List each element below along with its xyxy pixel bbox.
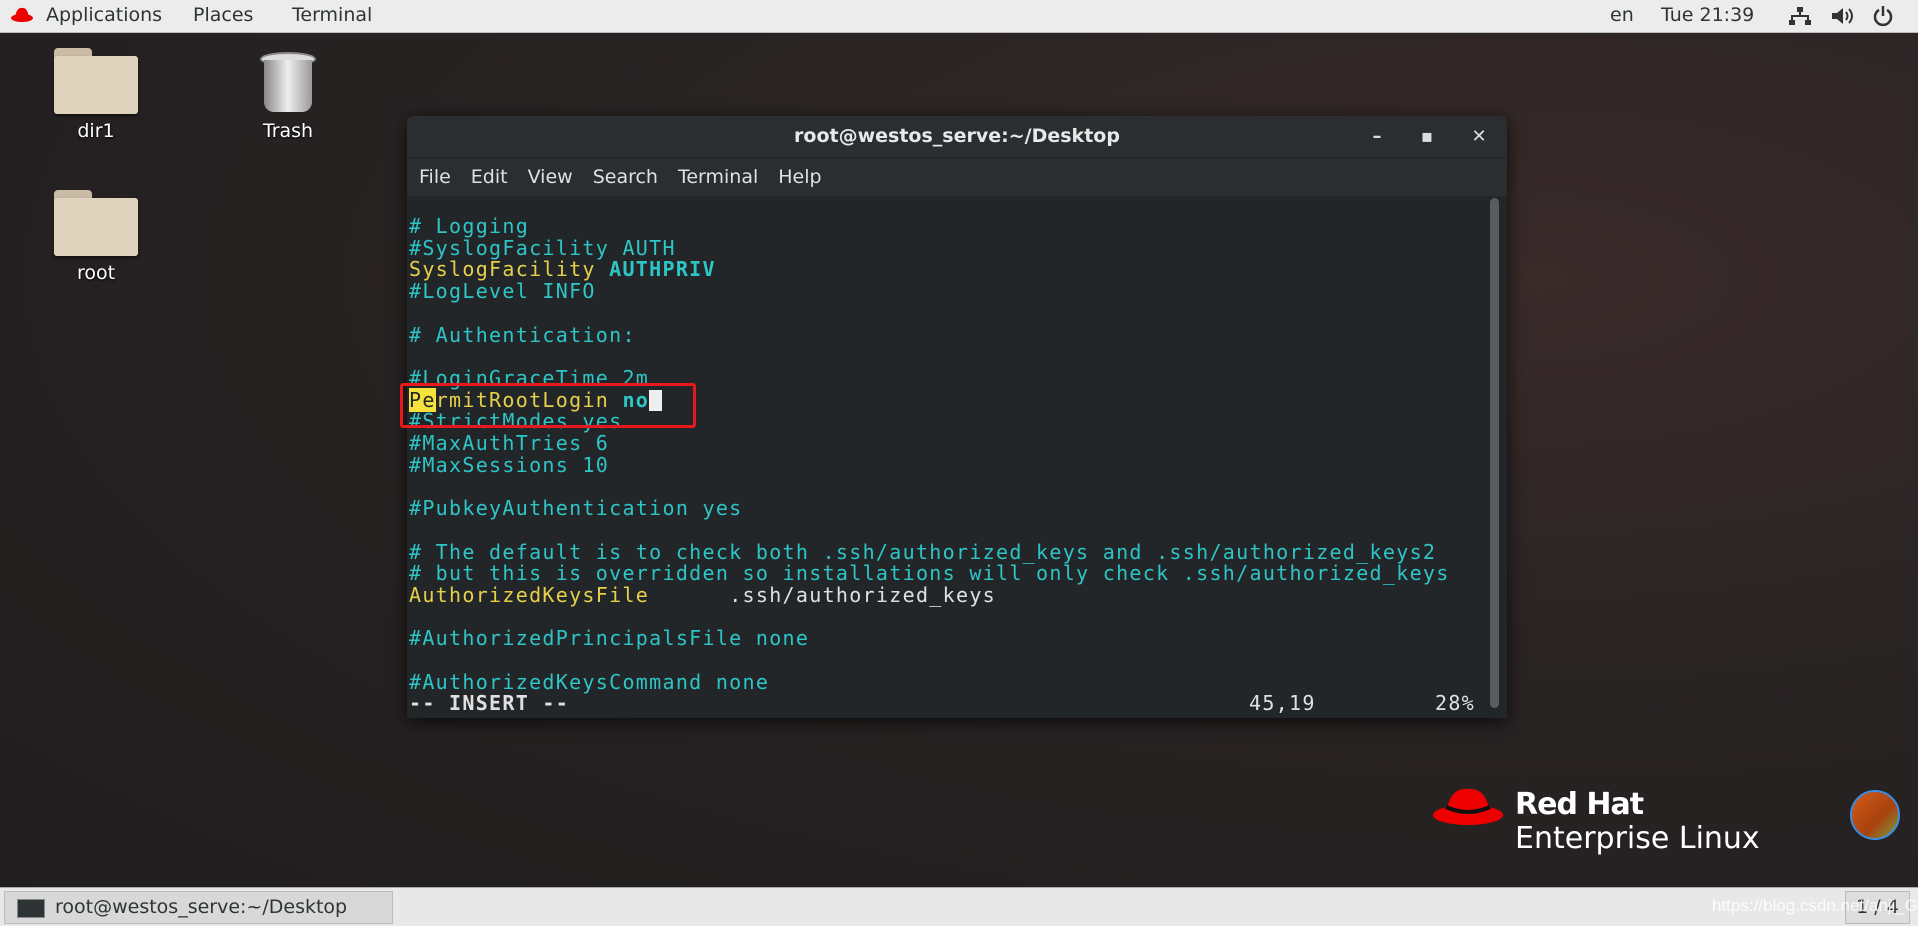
power-icon[interactable] [1873,5,1893,32]
task-label: root@westos_serve:~/Desktop [55,896,348,918]
line: AuthorizedKeysFile .ssh/authorized_keys [409,582,997,607]
terminal-app-menu[interactable]: Terminal [292,4,372,26]
line: # Logging [409,214,530,238]
menu-view[interactable]: View [528,166,573,188]
line [409,607,1489,629]
desktop-icon-root[interactable]: root [31,190,161,284]
line: #MaxAuthTries 6 [409,431,610,456]
maximize-button[interactable]: ▪ [1407,116,1447,157]
icon-label: root [76,262,116,284]
terminal-text[interactable]: # Logging #SyslogFacility AUTH SyslogFacil… [409,214,1489,715]
menu-edit[interactable]: Edit [471,166,508,188]
network-icon[interactable] [1788,6,1812,31]
window-title: root@westos_serve:~/Desktop [794,125,1120,147]
vim-mode: -- INSERT -- [409,691,570,716]
applications-menu[interactable]: Applications [46,4,162,26]
desktop-icon-trash[interactable]: Trash [223,50,353,142]
line: # but this is overridden so installation… [409,561,1450,586]
redhat-icon [10,5,34,28]
line: # The default is to check both .ssh/auth… [409,539,1437,564]
line: # Authentication: [409,322,636,347]
watermark: https://blog.csdn.net/anji_G [1712,896,1918,915]
line: #AuthorizedKeysCommand none [409,669,770,694]
places-menu[interactable]: Places [193,4,253,26]
icon-label: dir1 [77,120,115,142]
taskbar-terminal-button[interactable]: root@westos_serve:~/Desktop [4,891,393,924]
line: #MaxSessions 10 [409,452,610,477]
scrollbar[interactable] [1490,198,1499,708]
menu-file[interactable]: File [419,166,451,188]
window-titlebar[interactable]: root@westos_serve:~/Desktop – ▪ ✕ [407,116,1507,157]
menu-terminal[interactable]: Terminal [678,166,758,188]
line: #SyslogFacility AUTH [409,235,676,260]
line [409,303,1489,325]
icon-label: Trash [262,120,314,142]
folder-icon [54,48,138,114]
menu-bar: File Edit View Search Terminal Help [407,157,1507,196]
line: #PubkeyAuthentication yes [409,496,743,521]
line [409,476,1489,498]
close-button[interactable]: ✕ [1459,116,1499,157]
line [409,650,1489,672]
terminal-icon [17,899,45,918]
redhat-logo: Red Hat Enterprise Linux [1432,783,1812,858]
line [409,520,1489,542]
top-bar: Applications Places Terminal en Tue 21:3… [0,0,1918,33]
annotation-highlight-box [400,383,696,428]
volume-icon[interactable] [1830,6,1856,31]
line: #AuthorizedPrincipalsFile none [409,626,810,651]
language-indicator[interactable]: en [1610,4,1634,26]
trash-icon [258,50,318,114]
scroll-percent: 28% [1435,691,1476,716]
status-line: -- INSERT -- 45,19 28% [409,693,1489,715]
menu-search[interactable]: Search [593,166,658,188]
line: #LogLevel INFO [409,279,596,304]
desktop-icon-dir1[interactable]: dir1 [31,48,161,142]
taskbar: root@westos_serve:~/Desktop 1 / 4 https:… [0,887,1918,926]
line [409,346,1489,368]
minimize-button[interactable]: – [1357,116,1397,157]
home-folder-icon [54,190,138,256]
avatar[interactable] [1850,790,1900,840]
cursor-position: 45,19 [1249,691,1316,716]
menu-help[interactable]: Help [778,166,821,188]
line: SyslogFacility AUTHPRIV [409,257,716,282]
clock[interactable]: Tue 21:39 [1661,4,1754,26]
